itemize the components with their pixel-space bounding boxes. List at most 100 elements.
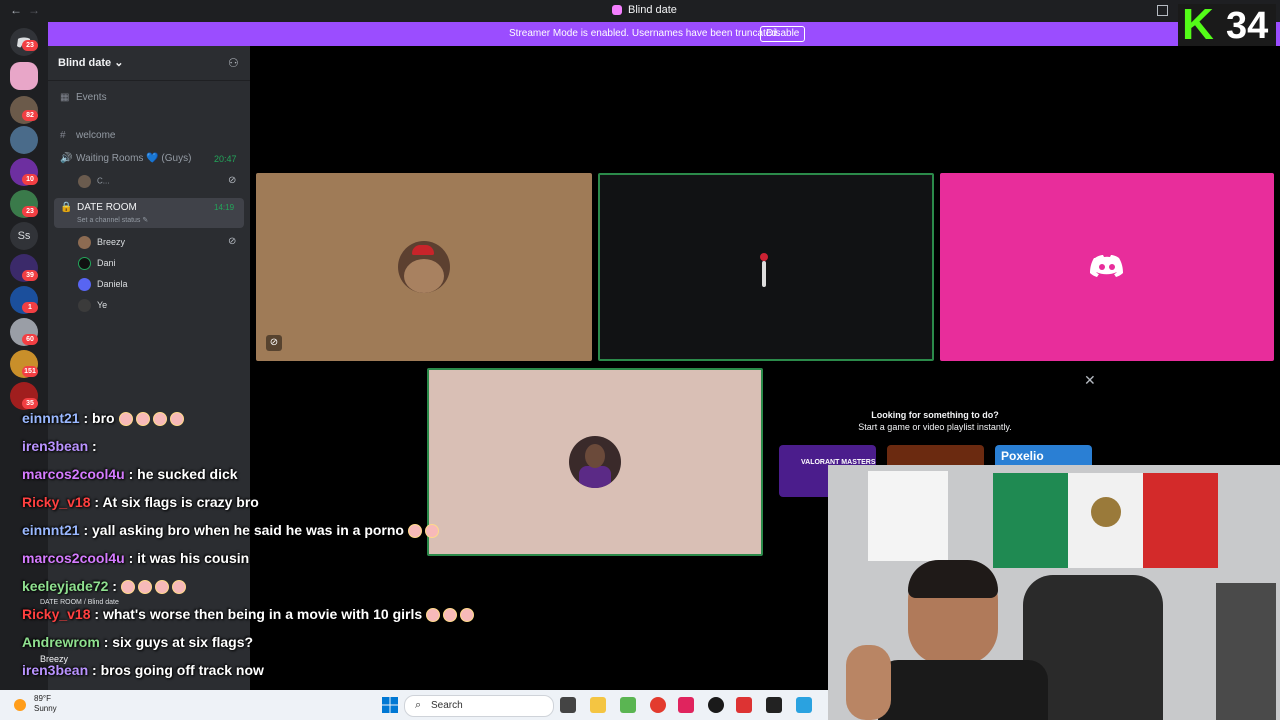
member-name: C... (97, 176, 110, 186)
mention-badge: 82 (22, 110, 38, 121)
chat-text: : he sucked dick (128, 466, 238, 482)
chat-message: marcos2cool4u : it was his cousin (4, 550, 253, 566)
inbox-icon[interactable] (1157, 5, 1168, 16)
divider (48, 80, 250, 81)
channel-label: Waiting Rooms 💙 (Guys) (76, 153, 192, 164)
app-icon[interactable] (736, 697, 752, 713)
chat-username[interactable]: Ricky_v18 (22, 606, 91, 622)
avatar (760, 253, 768, 289)
channel-waiting-rooms[interactable]: 🔊 Waiting Rooms 💙 (Guys) (60, 153, 191, 164)
kick-logo-icon: K (1182, 0, 1214, 49)
lock-icon: 🔒 (60, 202, 73, 213)
voice-member-daniela[interactable]: Daniela (78, 278, 128, 291)
chat-text: : (112, 578, 117, 594)
chat-username[interactable]: marcos2cool4u (22, 550, 125, 566)
voice-member-breezy[interactable]: Breezy (78, 236, 125, 249)
video-tile-breezy[interactable]: ⊘ (256, 173, 592, 361)
emote-icon (460, 608, 475, 623)
task-view-icon[interactable] (560, 697, 576, 713)
chat-message: marcos2cool4u : he sucked dick (4, 466, 242, 482)
emote-icon (425, 524, 439, 539)
server-icon[interactable] (10, 126, 38, 154)
app-icon[interactable] (678, 697, 694, 713)
mention-badge: 39 (22, 270, 38, 281)
video-tile-daniela[interactable] (940, 173, 1274, 361)
server-icon-ss[interactable]: Ss (10, 222, 38, 250)
emote-icon (169, 412, 184, 427)
mention-badge: 1 (22, 302, 38, 313)
app-icon[interactable] (796, 697, 812, 713)
windows-start-icon[interactable] (382, 697, 398, 713)
avatar (78, 299, 91, 312)
chat-message: iren3bean : bros going off track now (4, 662, 268, 678)
chat-text: : (92, 438, 97, 454)
promo-subtext: Start a game or video playlist instantly… (858, 422, 1012, 432)
chat-username[interactable]: einnnt21 (22, 410, 80, 426)
chat-text: : it was his cousin (128, 550, 250, 566)
channel-date-room[interactable]: 🔒 DATE ROOM Set a channel status ✎ 14:19 (54, 198, 244, 228)
chat-text: : what's worse then being in a movie wit… (94, 606, 423, 622)
channel-status[interactable]: Set a channel status ✎ (77, 216, 148, 224)
window-title: Blind date (628, 4, 677, 16)
chat-text: : bros going off track now (92, 662, 264, 678)
events-item[interactable]: ▦ Events (60, 92, 107, 103)
weather-condition: Sunny (34, 704, 57, 713)
chat-username[interactable]: einnnt21 (22, 522, 80, 538)
disable-button[interactable]: Disable (760, 26, 806, 42)
chat-username[interactable]: Ricky_v18 (22, 494, 91, 510)
avatar (78, 236, 91, 249)
chat-message: einnnt21 : bro (4, 410, 187, 427)
video-tile-dani[interactable] (598, 173, 934, 361)
app-icon[interactable] (620, 697, 636, 713)
avatar (569, 436, 621, 488)
chat-message: Ricky_v18 : At six flags is crazy bro (4, 494, 263, 510)
streamer-shirt (878, 660, 1048, 720)
voice-member-ye[interactable]: Ye (78, 299, 107, 312)
weather-temp[interactable]: 89°F (34, 694, 51, 703)
promo-heading: Looking for something to do? (871, 410, 999, 420)
chrome-icon[interactable] (650, 697, 666, 713)
chat-message: keeleyjade72 : (4, 578, 189, 595)
chat-username[interactable]: iren3bean (22, 438, 88, 454)
mention-badge: 23 (22, 206, 38, 217)
app-icon[interactable] (766, 697, 782, 713)
avatar (78, 278, 91, 291)
voice-member[interactable]: C... (78, 175, 109, 188)
kick-viewer-badge: K 34 (1178, 0, 1276, 49)
app-icon[interactable] (708, 697, 724, 713)
banner-message: Streamer Mode is enabled. Usernames have… (509, 28, 780, 39)
mention-badge: 10 (22, 174, 38, 185)
events-label: Events (76, 92, 107, 103)
member-name: Ye (97, 299, 108, 310)
voice-channel-icon: 🔊 (60, 153, 73, 164)
voice-channel-path[interactable]: DATE ROOM / Blind date (40, 599, 119, 606)
file-explorer-icon[interactable] (590, 697, 606, 713)
emote-icon (408, 524, 422, 539)
mention-badge: 35 (22, 398, 38, 409)
discord-logo-icon (1090, 255, 1123, 277)
invite-people-icon[interactable]: ⚇ (228, 56, 239, 70)
muted-icon: ⊘ (228, 175, 237, 186)
channel-label: welcome (76, 130, 116, 141)
taskbar-search[interactable]: ⌕ Search (404, 695, 554, 717)
chat-username[interactable]: iren3bean (22, 662, 88, 678)
mexico-flag (993, 473, 1218, 568)
voice-member-dani[interactable]: Dani (78, 257, 116, 270)
whiteboard (868, 471, 948, 561)
voice-timer: 20:47 (214, 154, 237, 164)
chat-username[interactable]: marcos2cool4u (22, 466, 125, 482)
back-icon[interactable]: ← (10, 3, 22, 17)
video-tile-ye[interactable] (427, 368, 763, 556)
server-name[interactable]: Blind date ⌄ (58, 56, 123, 69)
title-bar: ← → Blind date (0, 0, 1280, 22)
server-icon-blind-date[interactable] (10, 62, 38, 90)
emote-icon (152, 412, 167, 427)
close-icon[interactable]: ✕ (1084, 372, 1096, 389)
streamer-face (908, 560, 998, 665)
channel-label: DATE ROOM (77, 202, 137, 213)
muted-mic-icon: ⊘ (266, 335, 282, 351)
channel-welcome[interactable]: # welcome (60, 130, 115, 141)
chat-username[interactable]: keeleyjade72 (22, 578, 108, 594)
forward-icon[interactable]: → (28, 3, 40, 17)
chat-username[interactable]: Andrewrom (22, 634, 100, 650)
